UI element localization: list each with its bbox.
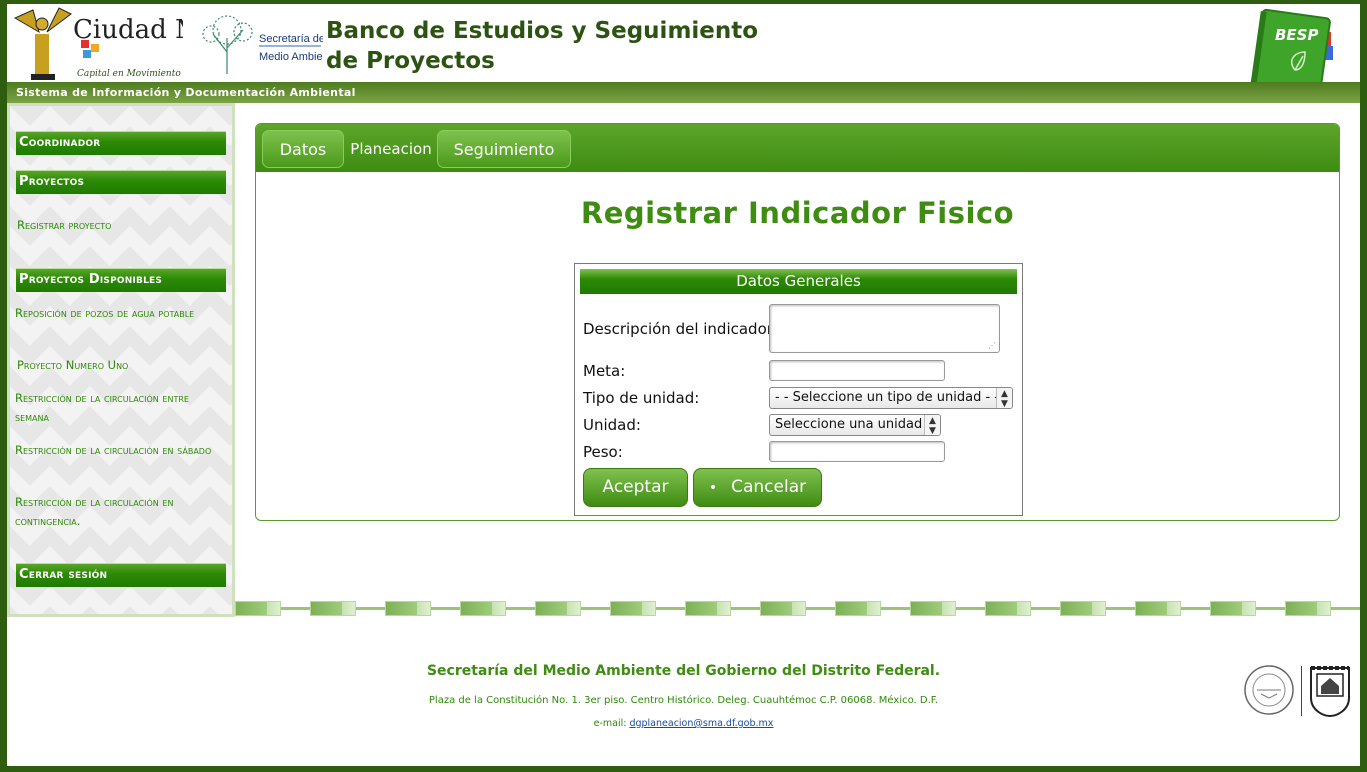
sidebar-heading-label: Cerrar sesión bbox=[19, 567, 108, 582]
ciudad-con-equidad-seal bbox=[1244, 665, 1294, 715]
subtitle-bar: Sistema de Información y Documentación A… bbox=[7, 82, 1360, 103]
strip-segment bbox=[1135, 601, 1181, 616]
tab-seguimiento[interactable]: Seguimiento bbox=[437, 130, 571, 168]
logout-button[interactable]: Cerrar sesión bbox=[16, 563, 226, 587]
seal-divider bbox=[1301, 666, 1302, 716]
meta-input[interactable] bbox=[769, 360, 945, 381]
strip-segment bbox=[985, 601, 1031, 616]
tab-datos[interactable]: Datos bbox=[262, 130, 344, 168]
strip-segment bbox=[685, 601, 731, 616]
cdmx-logo-text: Ciudad México bbox=[73, 15, 183, 45]
strip-segment bbox=[610, 601, 656, 616]
resize-grip-icon[interactable]: ⋰ bbox=[988, 341, 996, 350]
footer-address: Plaza de la Constitución No. 1. 3er piso… bbox=[428, 695, 939, 706]
page-frame: Ciudad México Capital en Movimiento Secr… bbox=[7, 4, 1360, 766]
unidad-label: Unidad: bbox=[583, 416, 641, 434]
meta-label: Meta: bbox=[583, 362, 626, 380]
sidebar-item-project[interactable]: Restricción de la circulación en conting… bbox=[15, 493, 215, 531]
peso-label: Peso: bbox=[583, 443, 623, 461]
site-title: Banco de Estudios y Seguimiento de Proye… bbox=[326, 18, 759, 74]
footer: Secretaría del Medio Ambiente del Gobier… bbox=[7, 617, 1360, 766]
sidebar-heading-label: Proyectos Disponibles bbox=[19, 272, 163, 287]
unidad-select[interactable]: Seleccione una unidad ▲ ▼ bbox=[769, 414, 941, 436]
cdmx-logo-tagline: Capital en Movimiento bbox=[77, 69, 181, 79]
sidebar-item-project[interactable]: Proyecto Numero Uno bbox=[17, 356, 217, 375]
strip-segment bbox=[1285, 601, 1331, 616]
form-header: Datos Generales bbox=[580, 269, 1017, 294]
footer-email: e-mail: dgplaneacion@sma.df.gob.mx bbox=[7, 718, 1360, 729]
select-arrows-icon: ▲ ▼ bbox=[924, 415, 940, 435]
aceptar-button[interactable]: Aceptar bbox=[583, 468, 688, 507]
strip-segment bbox=[235, 601, 281, 616]
ciudad-mexico-logo[interactable]: Ciudad México Capital en Movimiento bbox=[11, 4, 183, 82]
select-arrows-icon: ▲ ▼ bbox=[996, 388, 1012, 408]
sidebar-heading-label: Coordinador bbox=[19, 135, 101, 150]
footer-email-label: e-mail: bbox=[593, 718, 627, 729]
strip-segment bbox=[1210, 601, 1256, 616]
sidebar-heading-coordinador[interactable]: Coordinador bbox=[16, 131, 226, 155]
strip-segment bbox=[835, 601, 881, 616]
cancelar-label: Cancelar bbox=[731, 477, 807, 497]
sma-logo[interactable]: Secretaría del Medio Ambiente bbox=[201, 12, 323, 76]
sma-logo-line2: Medio Ambiente bbox=[259, 51, 323, 63]
subtitle-text: Sistema de Información y Documentación A… bbox=[16, 86, 356, 99]
sidebar-item-project[interactable]: Restricción de la circulación en sábado bbox=[15, 441, 215, 460]
tree-logo bbox=[202, 15, 253, 74]
sidebar-heading-label: Proyectos bbox=[19, 174, 85, 189]
indicator-form: Datos Generales Descripción del indicado… bbox=[574, 263, 1023, 516]
cancelar-button[interactable]: • Cancelar bbox=[693, 468, 822, 507]
strip-segment bbox=[385, 601, 431, 616]
peso-input[interactable] bbox=[769, 441, 945, 462]
strip-segment bbox=[535, 601, 581, 616]
descripcion-label: Descripción del indicador bbox=[583, 320, 773, 338]
besp-badge-text: BESP bbox=[1275, 26, 1318, 44]
tab-bar: Datos Planeacion Seguimiento bbox=[256, 124, 1339, 172]
unidad-value: Seleccione una unidad bbox=[775, 417, 923, 432]
descripcion-textarea[interactable]: ⋰ bbox=[769, 304, 1000, 353]
sma-logo-line1: Secretaría del bbox=[259, 33, 323, 45]
bullet-icon: • bbox=[708, 480, 718, 496]
tipo-unidad-select[interactable]: - - Seleccione un tipo de unidad - - ▲ ▼ bbox=[769, 387, 1013, 409]
strip-segment bbox=[760, 601, 806, 616]
coat-of-arms-seal bbox=[1310, 666, 1350, 718]
tipo-unidad-label: Tipo de unidad: bbox=[583, 389, 700, 407]
tab-planeacion[interactable]: Planeacion bbox=[346, 130, 436, 168]
footer-email-link[interactable]: dgplaneacion@sma.df.gob.mx bbox=[629, 718, 773, 729]
page-title: Registrar Indicador Fisico bbox=[580, 196, 1015, 230]
strip-segment bbox=[910, 601, 956, 616]
sidebar-item-registrar-proyecto[interactable]: Registrar proyecto bbox=[17, 216, 217, 235]
sidebar-item-project[interactable]: Restricción de la circulación entre sema… bbox=[15, 389, 215, 427]
strip-segment bbox=[1060, 601, 1106, 616]
decorative-strip bbox=[235, 601, 1360, 617]
sidebar-item-project[interactable]: Reposición de pozos de agua potable bbox=[15, 304, 215, 323]
tipo-unidad-value: - - Seleccione un tipo de unidad - - bbox=[775, 390, 999, 405]
site-header: Ciudad México Capital en Movimiento Secr… bbox=[7, 4, 1360, 102]
strip-segment bbox=[310, 601, 356, 616]
sidebar: Coordinador Proyectos Registrar proyecto… bbox=[7, 103, 235, 617]
main-panel: Datos Planeacion Seguimiento Registrar I… bbox=[255, 123, 1340, 521]
footer-title: Secretaría del Medio Ambiente del Gobier… bbox=[426, 663, 941, 679]
strip-segment bbox=[460, 601, 506, 616]
angel-statue-logo bbox=[13, 7, 72, 80]
sidebar-heading-proyectos[interactable]: Proyectos bbox=[16, 170, 226, 194]
sidebar-heading-proyectos-disponibles: Proyectos Disponibles bbox=[16, 268, 226, 292]
